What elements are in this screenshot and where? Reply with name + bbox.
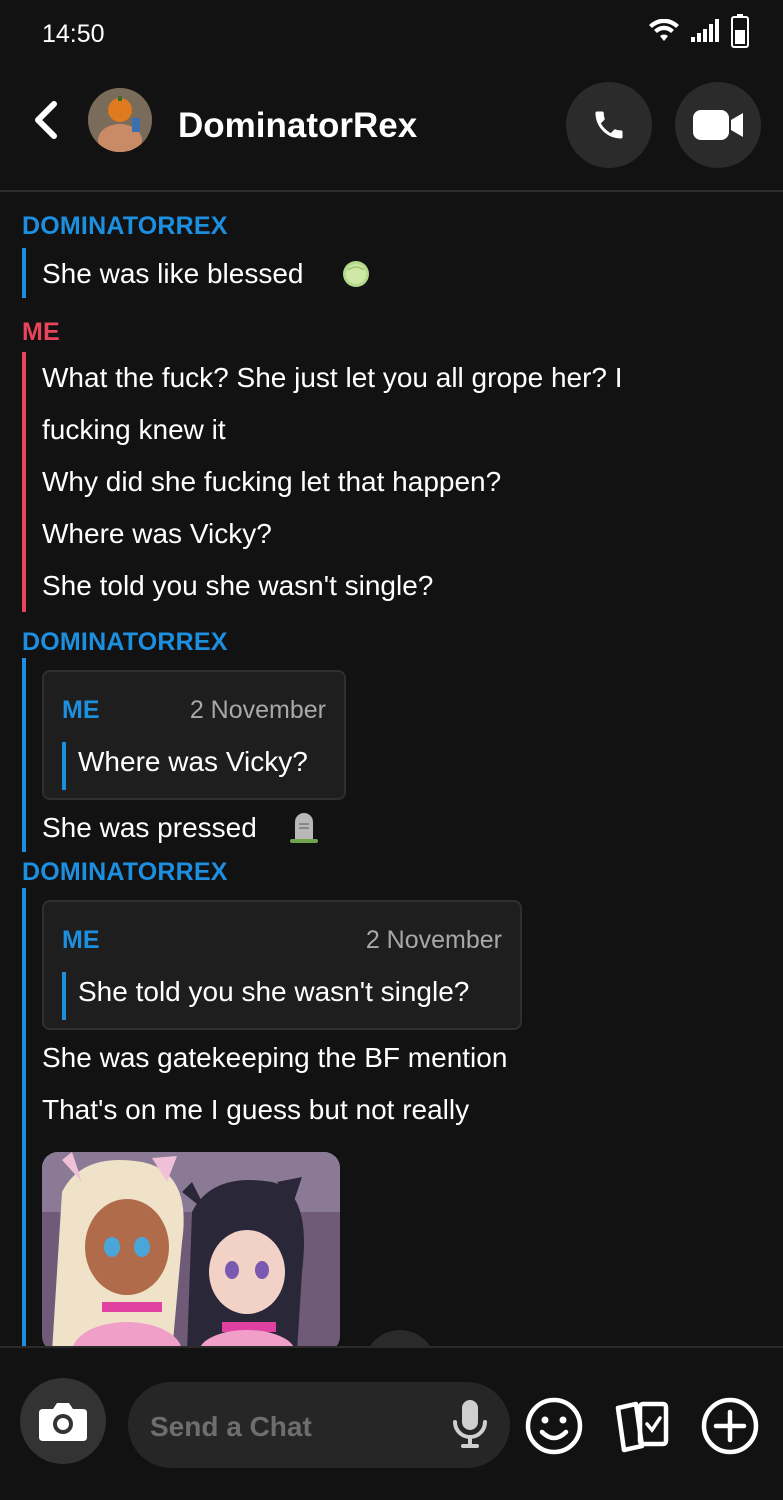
wifi-icon xyxy=(649,19,679,41)
quote-text: Where was Vicky? xyxy=(78,746,308,777)
message-text[interactable]: She told you she wasn't single? xyxy=(42,570,433,602)
smiley-icon xyxy=(525,1397,583,1455)
sender-bar xyxy=(22,888,26,1346)
sender-label: DOMINATORREX xyxy=(22,628,228,656)
quote-text: She told you she wasn't single? xyxy=(78,976,470,1007)
quote-bar xyxy=(62,972,66,1020)
emoji-button[interactable] xyxy=(524,1396,584,1456)
status-bar: 14:50 xyxy=(0,0,783,68)
microphone-icon xyxy=(453,1400,487,1448)
message-text[interactable]: She was pressed xyxy=(42,812,257,844)
stickers-button[interactable] xyxy=(612,1396,672,1456)
message-text[interactable]: fucking knew it xyxy=(42,414,226,446)
signal-icon xyxy=(691,19,719,42)
status-time: 14:50 xyxy=(42,20,105,48)
sender-label: ME xyxy=(22,318,60,346)
voice-call-button[interactable] xyxy=(566,82,652,168)
sender-bar xyxy=(22,248,26,298)
cards-icon xyxy=(615,1401,669,1453)
message-text[interactable]: Where was Vicky? xyxy=(42,518,272,550)
avatar[interactable] xyxy=(88,88,152,152)
anime-girls-sticker xyxy=(42,1152,340,1346)
quote-sender: ME xyxy=(62,926,100,954)
quote-date: 2 November xyxy=(365,926,502,954)
message-text[interactable]: What the fuck? She just let you all grop… xyxy=(42,362,623,394)
message-text[interactable]: She was like blessed xyxy=(42,258,303,290)
chat-thread: DOMINATORREX She was like blessed ME Wha… xyxy=(0,194,783,1346)
quote-bar xyxy=(62,742,66,790)
contact-name[interactable]: DominatorRex xyxy=(178,106,417,146)
camera-button[interactable] xyxy=(20,1378,106,1464)
camera-icon xyxy=(39,1403,87,1441)
message-text[interactable]: That's on me I guess but not really xyxy=(42,1094,469,1126)
headstone-icon xyxy=(290,813,318,843)
quote-date: 2 November xyxy=(189,696,326,724)
sender-label: DOMINATORREX xyxy=(22,858,228,886)
microphone-button[interactable] xyxy=(450,1398,490,1452)
video-call-button[interactable] xyxy=(675,82,761,168)
status-icons xyxy=(649,14,749,48)
sticker-attachment[interactable] xyxy=(42,1152,340,1346)
video-camera-icon xyxy=(693,110,743,140)
message-text[interactable]: She was gatekeeping the BF mention xyxy=(42,1042,507,1074)
message-text[interactable]: Why did she fucking let that happen? xyxy=(42,466,501,498)
sender-bar xyxy=(22,658,26,852)
quote-sender: ME xyxy=(62,696,100,724)
back-icon xyxy=(35,101,57,139)
quoted-message[interactable]: ME 2 November Where was Vicky? xyxy=(42,670,346,800)
sender-label: DOMINATORREX xyxy=(22,212,228,240)
composer-bar: Send a Chat xyxy=(0,1346,783,1500)
quoted-message[interactable]: ME 2 November She told you she wasn't si… xyxy=(42,900,522,1030)
phone-icon xyxy=(595,111,623,139)
plus-icon xyxy=(701,1397,759,1455)
more-button[interactable] xyxy=(700,1396,760,1456)
scroll-down-button[interactable] xyxy=(364,1330,436,1346)
avatar-image xyxy=(88,88,152,152)
chat-header: DominatorRex xyxy=(0,68,783,192)
back-button[interactable] xyxy=(26,98,66,142)
sender-bar xyxy=(22,352,26,612)
melon-icon xyxy=(343,261,369,287)
battery-icon xyxy=(731,14,749,48)
